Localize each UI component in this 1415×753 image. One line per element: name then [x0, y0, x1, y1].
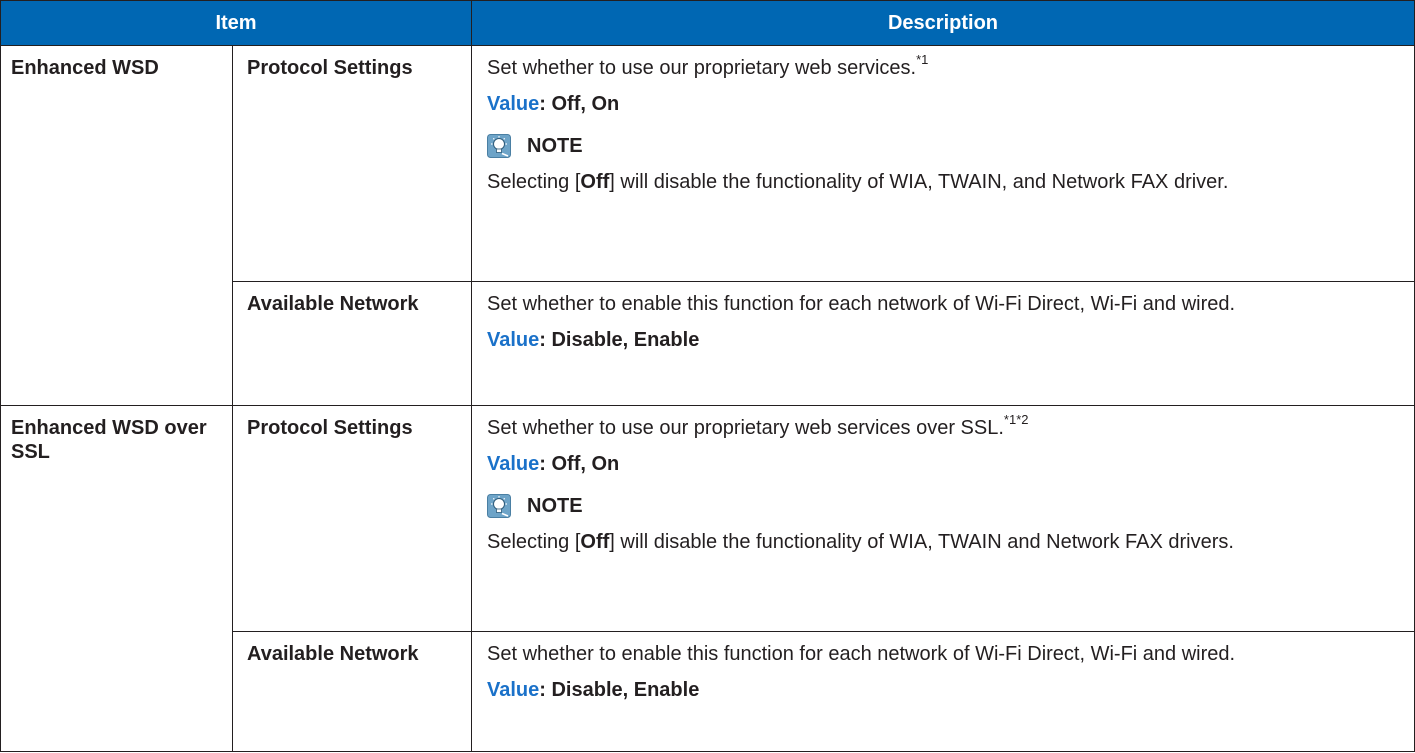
table-header-row: Item Description: [0, 0, 1415, 46]
table-row: Enhanced WSD Protocol Settings Set wheth…: [0, 45, 1415, 406]
description-text: Set whether to enable this function for …: [487, 293, 1236, 315]
value-line: Value: Disable, Enable: [487, 328, 1402, 352]
footnote-ref: *1: [916, 52, 929, 68]
setting-name: Protocol Settings: [232, 405, 472, 632]
value-options: : Off, On: [539, 453, 620, 475]
description-text: Set whether to use our proprietary web s…: [487, 52, 929, 79]
value-label: Value: [487, 453, 540, 475]
setting-description: Set whether to enable this function for …: [471, 281, 1415, 406]
group-name-enhanced-wsd-over-ssl: Enhanced WSD over SSL: [0, 405, 233, 752]
note-title: NOTE: [527, 495, 583, 517]
setting-description: Set whether to use our proprietary web s…: [471, 405, 1415, 632]
value-options: : Disable, Enable: [539, 329, 700, 351]
table-row: Enhanced WSD over SSL Protocol Settings …: [0, 405, 1415, 752]
setting-name: Available Network: [232, 281, 472, 406]
setting-name: Available Network: [232, 631, 472, 752]
description-text: Set whether to use our proprietary web s…: [487, 412, 1029, 439]
group-name-enhanced-wsd: Enhanced WSD: [0, 45, 233, 406]
value-line: Value: Off, On: [487, 452, 1402, 476]
lightbulb-note-icon: [487, 134, 511, 158]
value-label: Value: [487, 329, 540, 351]
note-bold-term: Off: [580, 531, 610, 553]
description-text: Set whether to enable this function for …: [487, 643, 1236, 665]
value-label: Value: [487, 93, 540, 115]
lightbulb-note-icon: [487, 494, 511, 518]
setting-description: Set whether to enable this function for …: [471, 631, 1415, 752]
note-heading: NOTE: [487, 134, 1402, 158]
note-body: Selecting [Off] will disable the functio…: [487, 531, 1234, 553]
header-item: Item: [0, 0, 472, 46]
note-bold-term: Off: [580, 171, 610, 193]
header-description: Description: [471, 0, 1415, 46]
setting-name: Protocol Settings: [232, 45, 472, 282]
footnote-ref: *1*2: [1003, 412, 1029, 428]
note-title: NOTE: [527, 135, 583, 157]
value-options: : Disable, Enable: [539, 679, 700, 701]
note-heading: NOTE: [487, 494, 1402, 518]
value-line: Value: Disable, Enable: [487, 678, 1402, 702]
value-label: Value: [487, 679, 540, 701]
value-line: Value: Off, On: [487, 92, 1402, 116]
value-options: : Off, On: [539, 93, 620, 115]
setting-description: Set whether to use our proprietary web s…: [471, 45, 1415, 282]
settings-table: Item Description Enhanced WSD Protocol S…: [0, 0, 1415, 752]
note-body: Selecting [Off] will disable the functio…: [487, 171, 1229, 193]
